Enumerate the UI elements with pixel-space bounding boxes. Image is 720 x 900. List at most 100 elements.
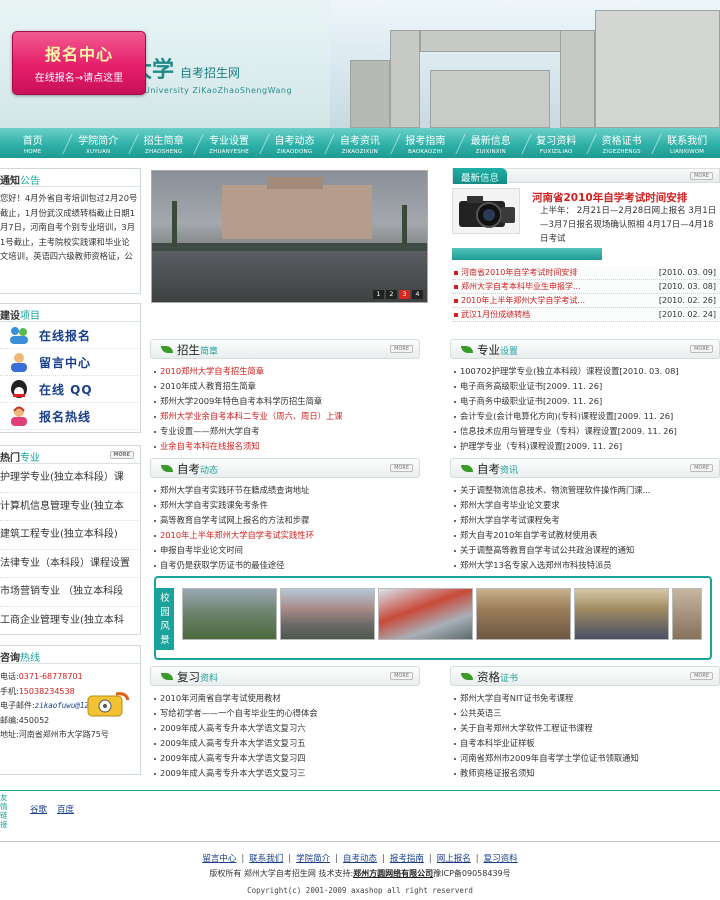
section-more-button[interactable]: MORE: [390, 464, 413, 472]
footer-link[interactable]: 学院简介: [296, 854, 330, 864]
nav-item-xuyuan[interactable]: 学院简介 XUYUAN: [65, 128, 139, 158]
nav-item-zigezhengs[interactable]: 资格证书 ZIGEZHENGS: [589, 128, 663, 158]
section-link[interactable]: 2010郑州大学自考招生简章: [150, 364, 420, 379]
news-tab[interactable]: 最新信息: [453, 168, 508, 184]
leaf-icon: [161, 346, 173, 353]
section-link[interactable]: 信息技术应用与管理专业（专科）课程设置[2009. 11. 26]: [450, 424, 720, 439]
tech-support-link[interactable]: 郑州方圆网络有限公司: [353, 869, 433, 878]
nav-item-zhuanyeshe[interactable]: 专业设置 ZHUANYESHE: [196, 128, 270, 158]
services-title-highlight: 项目: [20, 311, 40, 322]
majors-more-button[interactable]: MORE: [109, 451, 134, 459]
major-link[interactable]: 法律专业（本科段）课程设置: [0, 550, 140, 578]
major-link[interactable]: 工商企业管理专业(独立本科: [0, 607, 140, 635]
section-link[interactable]: 郑州大学自考毕业论文要求: [450, 498, 720, 513]
slideshow[interactable]: 1234: [151, 170, 428, 303]
section-link[interactable]: 申报自考毕业论文时间: [150, 543, 420, 558]
footer-link[interactable]: 报考指南: [390, 854, 424, 864]
section-link[interactable]: 郑州大学自考NIT证书免考课程: [450, 691, 720, 706]
section-link[interactable]: 2009年成人高考专升本大学语文复习三: [150, 766, 420, 781]
nav-item-zikaozixun[interactable]: 自考资讯 ZIKAOZIXUN: [327, 128, 401, 158]
bullet-icon: [454, 270, 458, 275]
service-label: 在线 QQ: [39, 382, 93, 397]
section-link[interactable]: 2010年上半年郑州大学自学考试实践性环: [150, 528, 420, 543]
section-link[interactable]: 关于调整高等教育自学考试公共政治课程的通知: [450, 543, 720, 558]
nav-item-baokaozhi[interactable]: 报考指南 BAOKAOZHI: [393, 128, 466, 158]
slide-page-button[interactable]: 4: [412, 290, 423, 299]
footer-link[interactable]: 联系我们: [249, 854, 283, 864]
section-link[interactable]: 2009年成人高考专升本大学语文复习五: [150, 736, 420, 751]
section-link[interactable]: 河南省郑州市2009年自考学士学位证书领取通知: [450, 751, 720, 766]
nav-item-zuixinxin[interactable]: 最新信息 ZUIXINXIN: [458, 128, 532, 158]
section-link[interactable]: 2009年成人高考专升本大学语文复习四: [150, 751, 420, 766]
campus-photo[interactable]: [476, 588, 571, 640]
section-link[interactable]: 2010年成人教育招生简章: [150, 379, 420, 394]
service-item[interactable]: 报名热线: [0, 403, 140, 430]
campus-photo[interactable]: [672, 588, 702, 640]
section-link[interactable]: 郑州大学13名专家入选郑州市科技特派员: [450, 558, 720, 573]
service-item[interactable]: 在线 QQ: [0, 376, 140, 403]
section-link[interactable]: 专业设置——郑州大学自考: [150, 424, 420, 439]
major-link[interactable]: 市场营销专业 （独立本科段: [0, 578, 140, 607]
major-link[interactable]: 建筑工程专业(独立本科段): [0, 521, 140, 550]
site-logo[interactable]: 大学 自考招生网 ou University ZiKaoZhaoShengWang: [130, 52, 292, 95]
news-list-item[interactable]: 郑州大学自考本科毕业生申报学... [2010. 03. 08]: [452, 280, 720, 294]
section-link[interactable]: 郑州大学自考实践课免考条件: [150, 498, 420, 513]
news-more-button[interactable]: MORE: [690, 172, 713, 180]
section-link[interactable]: 电子商务中级职业证书[2009. 11. 26]: [450, 394, 720, 409]
footer-link[interactable]: 网上报名: [437, 854, 471, 864]
major-link[interactable]: 护理学专业(独立本科段）课: [0, 464, 140, 493]
section-more-button[interactable]: MORE: [390, 672, 413, 680]
contact-phone: 电话:0371-68778701: [0, 672, 83, 681]
nav-item-zhaosheng[interactable]: 招生简章 ZHAOSHENG: [131, 128, 204, 158]
news-list-item[interactable]: 2010年上半年郑州大学自学考试... [2010. 02. 26]: [452, 294, 720, 308]
campus-photo[interactable]: [378, 588, 473, 640]
campus-photo[interactable]: [182, 588, 277, 640]
service-item[interactable]: 留言中心: [0, 349, 140, 376]
section-link[interactable]: 100702护理学专业(独立本科段）课程设置[2010. 03. 08]: [450, 364, 720, 379]
signup-center-banner[interactable]: 报名中心 在线报名→请点这里: [12, 31, 146, 95]
news-list-item[interactable]: 河南省2010年自学考试时间安排 [2010. 03. 09]: [452, 266, 720, 280]
nav-item-fuxiziliao[interactable]: 复习资料 FUXIZILIAO: [524, 128, 597, 158]
slide-page-button[interactable]: 3: [399, 290, 410, 299]
nav-item-zikaodong[interactable]: 自考动态 ZIKAODONG: [262, 128, 335, 158]
campus-photo[interactable]: [280, 588, 375, 640]
nav-item-lianxiwom[interactable]: 联系我们 LIANXIWOM: [654, 128, 719, 158]
news-list-item[interactable]: 武汉1月份成绩转档 [2010. 02. 24]: [452, 308, 720, 322]
section-link[interactable]: 2009年成人高考专升本大学语文复习六: [150, 721, 420, 736]
section-link[interactable]: 关于自考郑州大学软件工程证书课程: [450, 721, 720, 736]
section-more-button[interactable]: MORE: [690, 464, 713, 472]
section-link[interactable]: 郑州大学自学考试课程免考: [450, 513, 720, 528]
contact-box: 咨询热线 电话:0371-68778701 手机:15038234538 电子邮…: [0, 645, 141, 775]
section-link[interactable]: 郑大自考2010年自学考试教材使用表: [450, 528, 720, 543]
section-link[interactable]: 业余自考本科在线报名须知: [150, 439, 420, 454]
news-headline-link[interactable]: 河南省2010年自学考试时间安排: [532, 190, 687, 205]
section-link[interactable]: 会计专业(会计电算化方向)(专科)课程设置[2009. 11. 26]: [450, 409, 720, 424]
friend-link[interactable]: 谷歌: [30, 803, 47, 815]
section-more-button[interactable]: MORE: [690, 345, 713, 353]
friend-link[interactable]: 百度: [57, 803, 74, 815]
section-more-button[interactable]: MORE: [390, 345, 413, 353]
section-link[interactable]: 2010年河南省自学考试使用教材: [150, 691, 420, 706]
section-link[interactable]: 写给初学者——一个自考毕业生的心得体会: [150, 706, 420, 721]
section-link[interactable]: 高等教育自学考试网上报名的方法和步骤: [150, 513, 420, 528]
section-link[interactable]: 护理学专业（专科)课程设置[2009. 11. 26]: [450, 439, 720, 454]
nav-item-home[interactable]: 首页 HOME: [0, 128, 74, 158]
footer-link[interactable]: 留言中心: [202, 854, 236, 864]
section-link[interactable]: 教师资格证报名须知: [450, 766, 720, 781]
major-link[interactable]: 计算机信息管理专业(独立本: [0, 493, 140, 521]
section-link[interactable]: 公共英语三: [450, 706, 720, 721]
slide-page-button[interactable]: 2: [386, 290, 397, 299]
section-more-button[interactable]: MORE: [690, 672, 713, 680]
section-link[interactable]: 郑州大学业余自考本科二专业（周六、周日）上课: [150, 409, 420, 424]
footer-link[interactable]: 自考动态: [343, 854, 377, 864]
section-link[interactable]: 自考本科毕业证样板: [450, 736, 720, 751]
slide-page-button[interactable]: 1: [373, 290, 384, 299]
section-link[interactable]: 关于调整物流信息技术、物流管理软件操作两门课...: [450, 483, 720, 498]
campus-photo[interactable]: [574, 588, 669, 640]
service-item[interactable]: 在线报名: [0, 322, 140, 349]
section-link[interactable]: 自考仍是获取学历证书的最佳途径: [150, 558, 420, 573]
footer-link[interactable]: 复习资料: [484, 854, 518, 864]
section-link[interactable]: 郑州大学2009年特色自考本科学历招生简章: [150, 394, 420, 409]
section-link[interactable]: 电子商务高级职业证书[2009. 11. 26]: [450, 379, 720, 394]
section-link[interactable]: 郑州大学自考实践环节在籍成绩查询地址: [150, 483, 420, 498]
